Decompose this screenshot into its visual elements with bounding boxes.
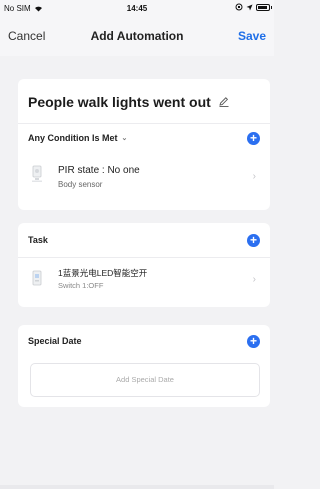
divider — [18, 123, 270, 124]
bottom-strip — [0, 485, 274, 489]
condition-subtitle: Body sensor — [58, 180, 103, 189]
page-title: Add Automation — [90, 29, 184, 43]
status-time: 14:45 — [126, 4, 148, 13]
chevron-right-icon: › — [252, 171, 256, 182]
battery-icon — [256, 3, 272, 11]
scene-name: People walk lights went out — [28, 94, 211, 110]
condition-row[interactable]: PIR state : No one Body sensor › — [18, 161, 270, 197]
chevron-down-icon: ⌄ — [121, 135, 128, 142]
condition-mode-selector[interactable]: Any Condition Is Met ⌄ — [28, 133, 127, 143]
orientation-lock-icon — [235, 3, 243, 11]
nav-bar: Cancel Add Automation Save — [0, 16, 274, 56]
task-title: 1蓝景光电LED智能空开 — [58, 268, 148, 278]
task-row[interactable]: 1蓝景光电LED智能空开 Switch 1:OFF › — [18, 267, 270, 297]
status-bar: No SIM 14:45 — [0, 0, 274, 16]
condition-title: PIR state : No one — [58, 165, 140, 176]
scene-name-row[interactable]: People walk lights went out — [28, 94, 229, 110]
special-date-card: Special Date + Add Special Date — [18, 325, 270, 407]
condition-header: Any Condition Is Met — [28, 133, 118, 143]
add-condition-button[interactable]: + — [247, 132, 260, 145]
switch-icon — [32, 270, 42, 286]
add-special-date-plus-button[interactable]: + — [247, 335, 260, 348]
scene-card: People walk lights went out Any Conditio… — [18, 79, 270, 210]
add-special-date-button[interactable]: Add Special Date — [30, 363, 260, 397]
sensor-icon — [32, 165, 42, 182]
chevron-right-icon: › — [252, 274, 256, 285]
divider — [18, 257, 270, 258]
pencil-icon[interactable] — [219, 97, 229, 107]
add-task-button[interactable]: + — [247, 234, 260, 247]
task-header: Task — [28, 235, 48, 245]
special-date-header: Special Date — [28, 336, 82, 346]
location-icon — [246, 4, 253, 10]
status-right — [235, 3, 272, 11]
task-card: Task + 1蓝景光电LED智能空开 Switch 1:OFF › — [18, 223, 270, 307]
task-subtitle: Switch 1:OFF — [58, 281, 104, 290]
save-button[interactable]: Save — [238, 29, 266, 43]
